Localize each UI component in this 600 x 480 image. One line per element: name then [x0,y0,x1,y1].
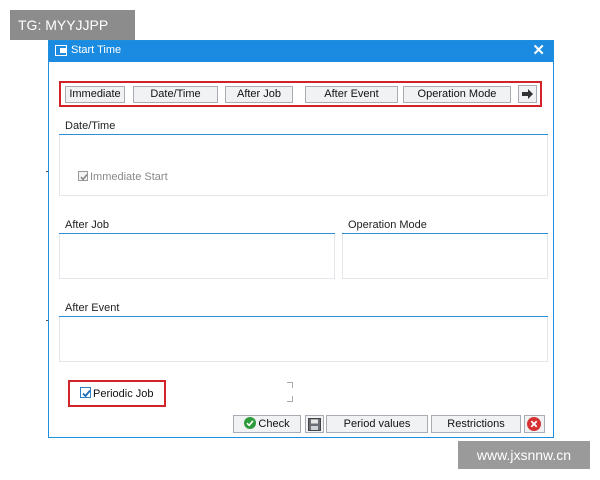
immediate-start-checkbox [78,171,88,181]
group-title-date-time: Date/Time [65,120,116,132]
periodic-job-highlight: Periodic Job [68,380,166,407]
save-button[interactable] [305,415,324,433]
after-event-group: After Event [59,302,548,362]
immediate-button[interactable]: Immediate [65,86,125,103]
periodic-job-option[interactable]: Periodic Job [80,387,154,400]
watermark-top: TG: MYYJJPP [10,10,135,40]
periodic-job-checkbox[interactable] [80,387,91,398]
check-circle-icon [244,417,257,429]
cancel-button[interactable] [524,415,545,433]
date-time-button[interactable]: Date/Time [133,86,218,103]
save-icon [308,418,321,431]
checkmark-icon [80,174,88,181]
period-values-button[interactable]: Period values [326,415,428,433]
group-title-operation-mode: Operation Mode [348,219,427,231]
restrictions-button[interactable]: Restrictions [431,415,521,433]
window-icon [55,45,67,56]
resize-corner-marker [287,382,293,388]
close-button[interactable]: ✕ [532,42,545,60]
dialog-title: Start Time [71,44,122,56]
immediate-start-label: Immediate Start [90,171,168,183]
checkmark-icon [82,389,91,398]
check-button[interactable]: Check [233,415,301,433]
start-condition-toolbar: Immediate Date/Time After Job After Even… [59,81,542,107]
immediate-start-option: Immediate Start [78,171,168,183]
periodic-job-label: Periodic Job [93,388,154,400]
cancel-icon [527,417,541,431]
resize-corner-marker [287,396,293,402]
after-job-button[interactable]: After Job [225,86,293,103]
operation-mode-group: Operation Mode [342,219,548,279]
after-job-group: After Job [59,219,335,279]
group-title-after-event: After Event [65,302,120,314]
date-time-group: Date/Time Immediate Start [59,120,548,196]
start-time-dialog: Start Time ✕ Immediate Date/Time After J… [48,40,554,438]
after-event-button[interactable]: After Event [305,86,398,103]
operation-mode-button[interactable]: Operation Mode [403,86,511,103]
arrow-right-icon [522,89,533,99]
check-button-label: Check [258,418,290,430]
more-button[interactable] [518,85,537,103]
dialog-titlebar: Start Time ✕ [49,41,553,62]
watermark-bottom: www.jxsnnw.cn [458,441,590,469]
group-title-after-job: After Job [65,219,110,231]
